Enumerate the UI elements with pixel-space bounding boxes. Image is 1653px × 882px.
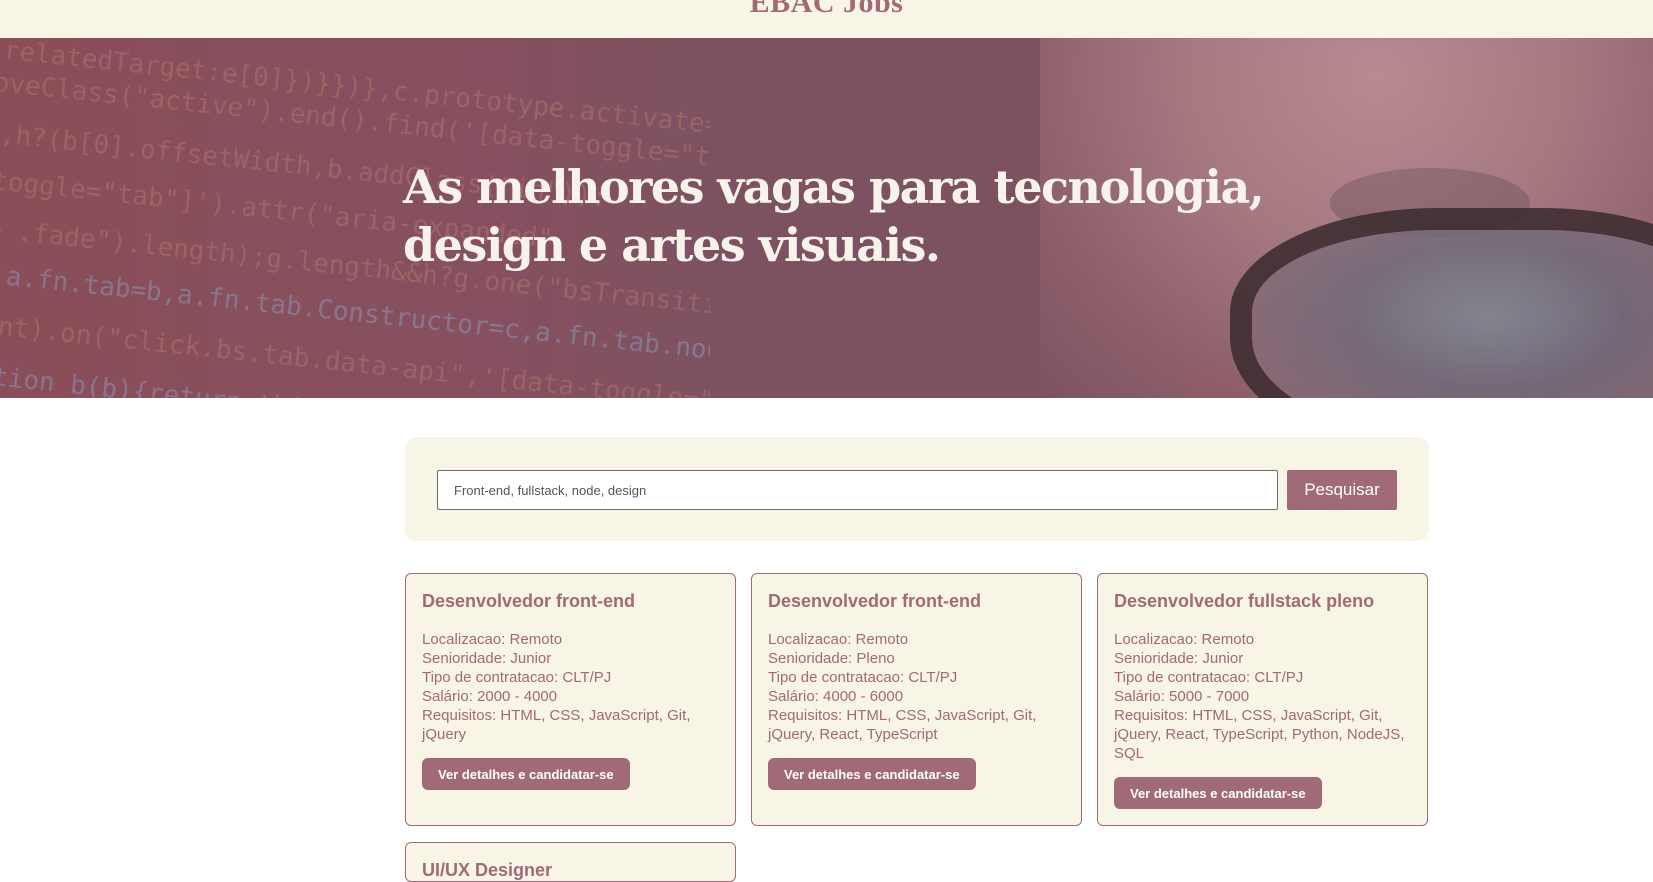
search-button[interactable]: Pesquisar (1287, 470, 1397, 510)
search-panel: Pesquisar (405, 437, 1429, 541)
job-contract: Tipo de contratacao: CLT/PJ (768, 669, 958, 686)
job-salary: Salário: 2000 - 4000 (422, 688, 558, 705)
job-seniority: Senioridade: Pleno (768, 650, 895, 667)
job-requirements: Requisitos: HTML, CSS, JavaScript, Git, … (1114, 707, 1405, 762)
job-requirements: Requisitos: HTML, CSS, JavaScript, Git, … (422, 707, 691, 743)
hero-title: As melhores vagas para tecnologia, desig… (403, 160, 1265, 272)
apply-button[interactable]: Ver detalhes e candidatar-se (422, 758, 630, 790)
job-contract: Tipo de contratacao: CLT/PJ (1114, 669, 1304, 686)
job-card: UI/UX Designer (405, 842, 736, 882)
job-salary: Salário: 4000 - 6000 (768, 688, 904, 705)
job-card: Desenvolvedor fullstack pleno Localizaca… (1097, 573, 1428, 826)
hero-banner: ,relatedTarget:e[0]})}})},c.prototype.ac… (0, 38, 1653, 398)
job-location: Localizacao: Remoto (768, 631, 909, 648)
job-requirements: Requisitos: HTML, CSS, JavaScript, Git, … (768, 707, 1037, 743)
job-seniority: Senioridade: Junior (1114, 650, 1244, 667)
job-card: Desenvolvedor front-end Localizacao: Rem… (751, 573, 1082, 826)
job-title: Desenvolvedor fullstack pleno (1114, 591, 1375, 611)
job-salary: Salário: 5000 - 7000 (1114, 688, 1250, 705)
apply-button[interactable]: Ver detalhes e candidatar-se (768, 758, 976, 790)
job-contract: Tipo de contratacao: CLT/PJ (422, 669, 612, 686)
site-header: EBAC Jobs (0, 0, 1653, 38)
job-title: Desenvolvedor front-end (768, 591, 982, 611)
job-seniority: Senioridade: Junior (422, 650, 552, 667)
job-location: Localizacao: Remoto (1114, 631, 1255, 648)
search-input[interactable] (437, 470, 1278, 510)
job-title: Desenvolvedor front-end (422, 591, 636, 611)
job-card: Desenvolvedor front-end Localizacao: Rem… (405, 573, 736, 826)
job-location: Localizacao: Remoto (422, 631, 563, 648)
brand-logo-text[interactable]: EBAC Jobs (0, 0, 1653, 20)
job-title: UI/UX Designer (422, 860, 553, 880)
apply-button[interactable]: Ver detalhes e candidatar-se (1114, 777, 1322, 809)
